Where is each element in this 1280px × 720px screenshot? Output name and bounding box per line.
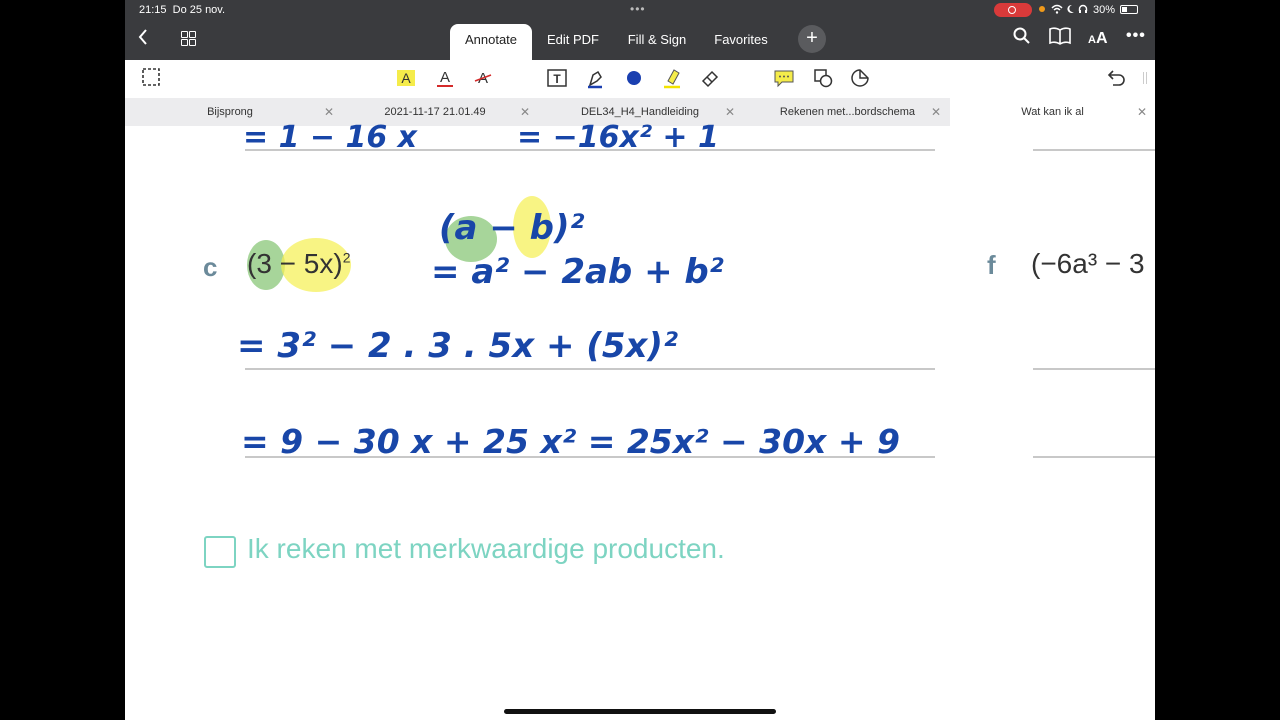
home-indicator[interactable] (504, 709, 776, 714)
answer-line (245, 368, 935, 370)
handwritten-formula-line1: (a − b)² (439, 208, 585, 248)
svg-text:A: A (401, 70, 411, 86)
close-icon[interactable]: ✕ (1137, 98, 1147, 126)
more-icon[interactable]: ••• (1126, 27, 1146, 45)
exercise-c-expression: (3 − 5x)2 (247, 248, 351, 279)
text-highlight-icon[interactable]: A (395, 67, 419, 91)
handwritten-line-top-right: = −16x² + 1 (517, 120, 719, 155)
exercise-f-label: f (987, 250, 996, 280)
top-bar: 21:15 Do 25 nov. ••• 30% Annotate Edit P… (125, 0, 1155, 60)
ipad-screen: 21:15 Do 25 nov. ••• 30% Annotate Edit P… (125, 0, 1155, 720)
handwritten-step1: = 3² − 2 . 3 . 5x + (5x)² (237, 326, 678, 366)
tab-annotate[interactable]: Annotate (450, 24, 532, 60)
close-icon[interactable]: ✕ (725, 98, 735, 126)
mic-indicator-icon (1039, 6, 1045, 13)
reading-mode-icon[interactable] (1049, 27, 1071, 50)
handwritten-step2: = 9 − 30 x + 25 x² = 25x² − 30x + 9 (241, 422, 900, 461)
status-icons (1039, 3, 1088, 15)
text-box-icon[interactable]: T (546, 67, 570, 91)
svg-text:A: A (440, 69, 450, 86)
goal-checkbox[interactable] (204, 536, 236, 568)
search-icon[interactable] (1013, 27, 1031, 50)
handwritten-line-top-left: = 1 − 16 x (243, 120, 418, 155)
selection-icon[interactable] (141, 67, 165, 91)
tab-favorites[interactable]: Favorites (705, 24, 777, 60)
wifi-icon (1051, 4, 1063, 14)
back-icon[interactable] (137, 26, 149, 52)
battery-percentage: 30% (1093, 4, 1116, 16)
goal-label: Ik reken met merkwaardige producten. (247, 533, 725, 564)
headphones-icon (1078, 4, 1088, 14)
status-time: 21:15 Do 25 nov. (139, 4, 226, 16)
svg-text:T: T (553, 72, 561, 86)
pdf-page[interactable]: = 1 − 16 x = −16x² + 1 c (3 − 5x)2 (a − … (125, 120, 1155, 720)
tab-edit-pdf[interactable]: Edit PDF (537, 24, 609, 60)
text-strikethrough-icon[interactable]: A (472, 67, 496, 91)
color-dot-icon[interactable] (623, 67, 647, 91)
answer-line (1033, 149, 1155, 151)
shapes-icon[interactable] (812, 67, 836, 91)
exercise-c-label: c (203, 252, 218, 282)
undo-icon[interactable] (1105, 67, 1129, 91)
add-icon[interactable]: + (798, 25, 826, 53)
text-size-icon[interactable]: AA (1088, 30, 1108, 48)
pen-icon[interactable] (584, 67, 608, 91)
highlighter-icon[interactable] (661, 67, 685, 91)
handwritten-formula-line2: = a² − 2ab + b² (431, 252, 724, 292)
sticker-icon[interactable] (849, 67, 873, 91)
doc-tab-rekenen[interactable]: Rekenen met...bordschema (745, 98, 950, 126)
answer-line (1033, 368, 1155, 370)
comment-icon[interactable] (773, 67, 797, 91)
battery-icon (1120, 5, 1138, 14)
tab-fill-sign[interactable]: Fill & Sign (619, 24, 695, 60)
eraser-icon[interactable] (699, 67, 723, 91)
answer-line (1033, 456, 1155, 458)
multitasking-dots-icon[interactable]: ••• (630, 2, 646, 16)
moon-icon (1067, 5, 1075, 14)
close-icon[interactable]: ✕ (931, 98, 941, 126)
annotation-toolbar: A A A T (125, 60, 1155, 99)
text-underline-icon[interactable]: A (434, 67, 458, 91)
toolbar-handle[interactable] (1142, 67, 1148, 91)
doc-tab-wat-kan-ik-al[interactable]: Wat kan ik al (950, 98, 1155, 126)
exercise-f-expression: (−6a³ − 3 (1031, 248, 1145, 279)
screen-recording-icon[interactable] (994, 3, 1032, 17)
